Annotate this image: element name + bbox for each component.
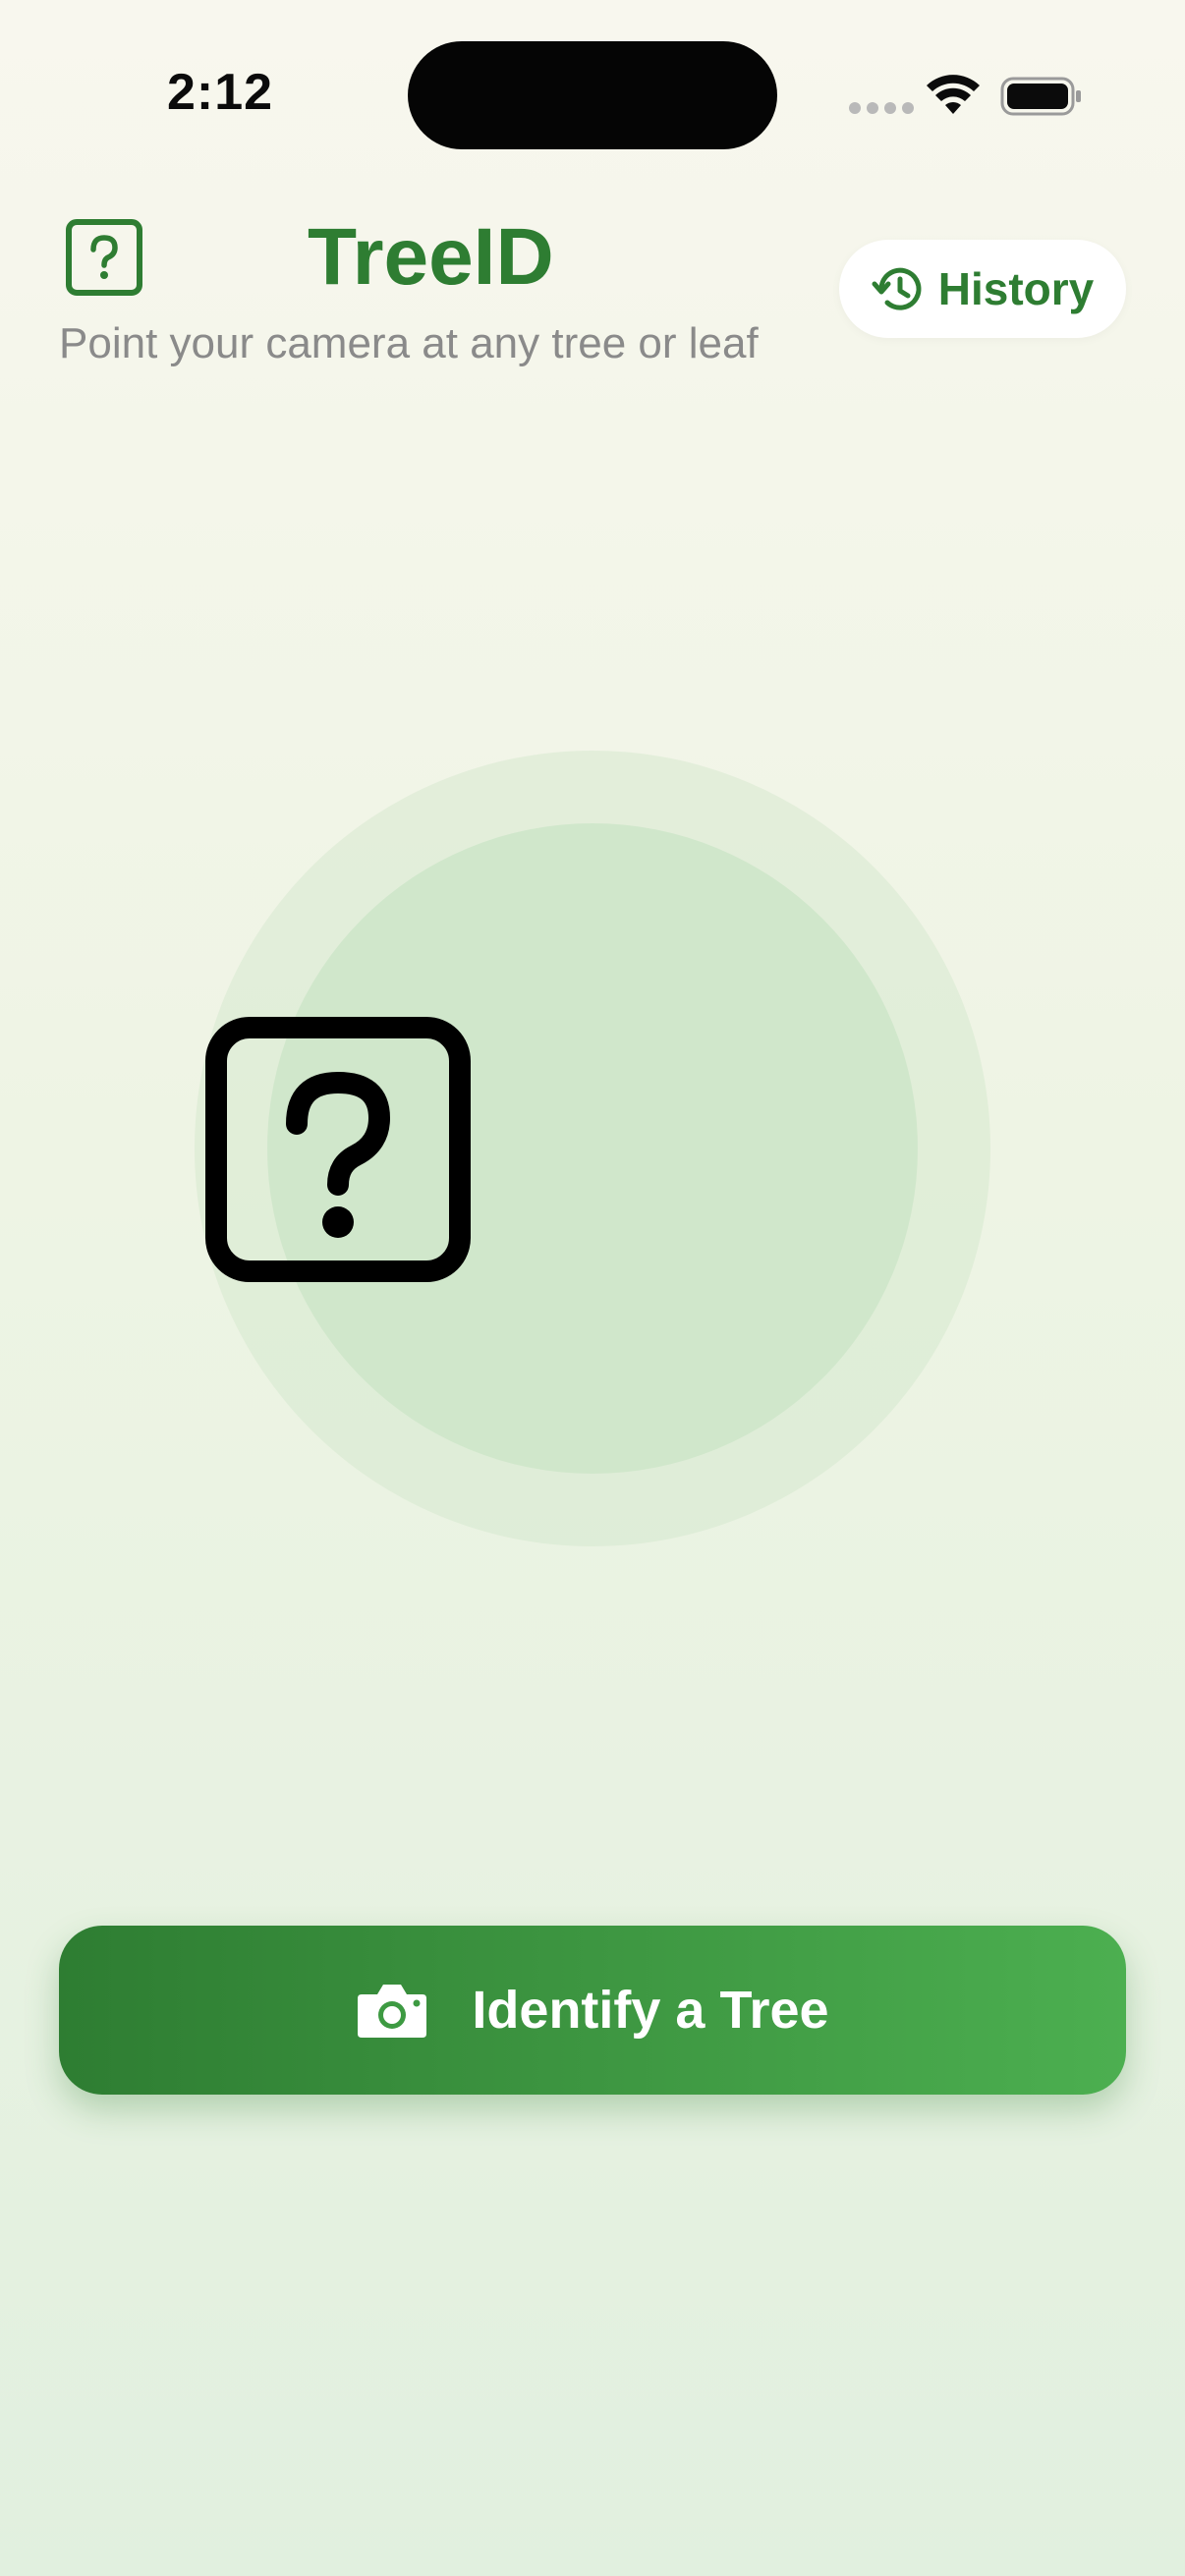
dynamic-island: [408, 41, 777, 149]
battery-icon: [1000, 77, 1081, 116]
question-square-icon: [66, 219, 142, 296]
status-bar: 2:12: [0, 0, 1185, 187]
wifi-icon: [927, 75, 980, 114]
clock-history-icon: [872, 267, 922, 310]
cellular-signal-icon: [849, 102, 914, 114]
app-title: TreeID: [308, 212, 554, 302]
app-subtitle: Point your camera at any tree or leaf: [59, 319, 759, 367]
question-square-icon: [205, 1017, 471, 1282]
identify-tree-button[interactable]: Identify a Tree: [59, 1926, 1126, 2095]
status-time: 2:12: [167, 64, 274, 121]
identify-tree-button-label: Identify a Tree: [472, 1981, 829, 2040]
camera-icon: [358, 1985, 427, 2038]
history-button-label: History: [937, 263, 1095, 314]
history-button[interactable]: History: [839, 240, 1126, 338]
